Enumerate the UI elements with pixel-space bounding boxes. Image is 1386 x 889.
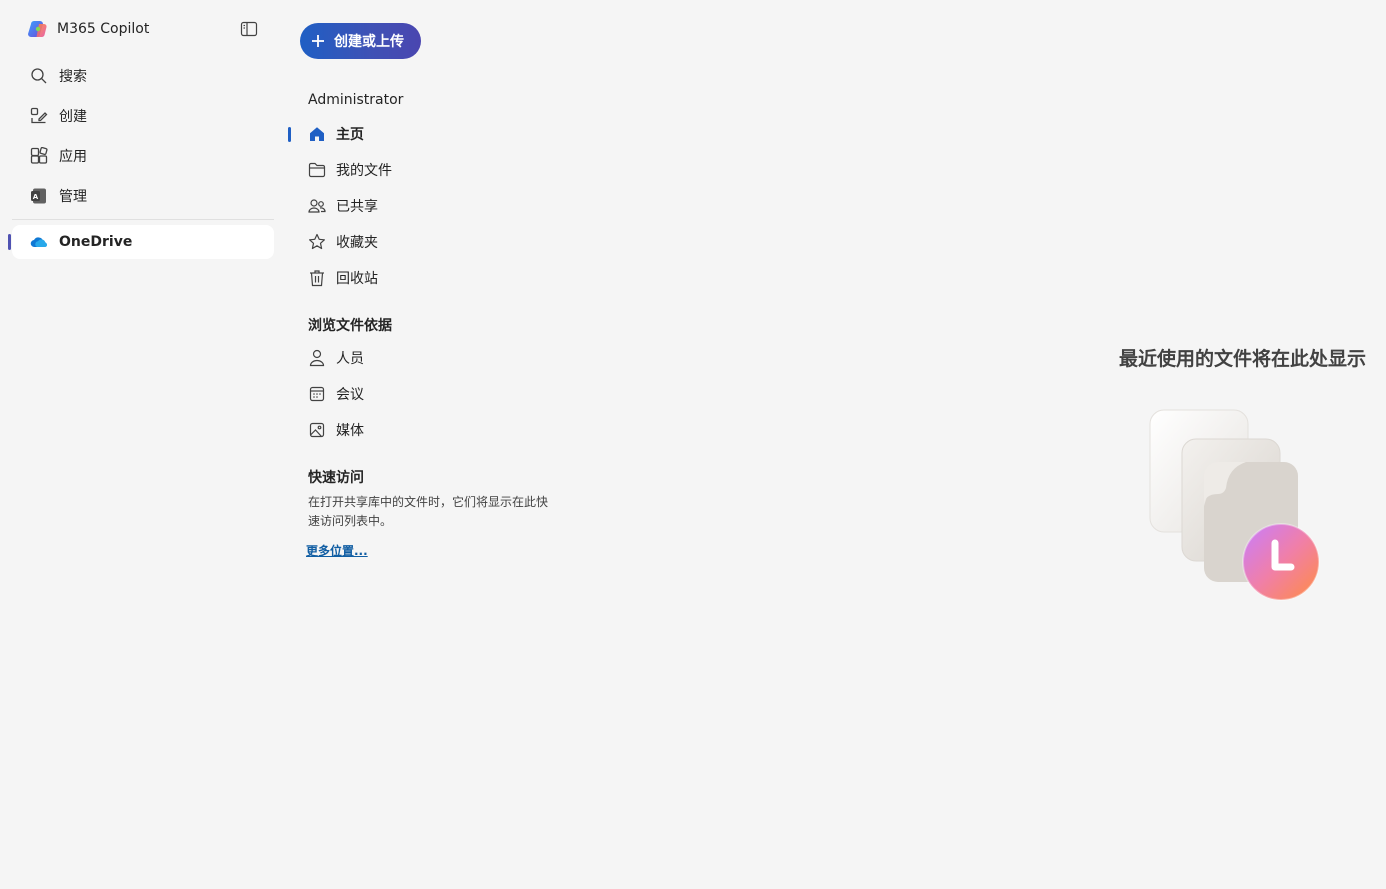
copilot-logo-icon (28, 21, 47, 38)
rail-item-label: 搜索 (59, 69, 87, 85)
account-title: Administrator (308, 92, 404, 108)
rail-item-label: 应用 (59, 149, 87, 165)
nav-active-indicator (288, 127, 291, 142)
rail-divider (12, 219, 274, 220)
nav-item-label: 收藏夹 (336, 235, 378, 251)
nav-item-recycle-bin[interactable]: 回收站 (300, 264, 550, 292)
nav-item-people[interactable]: 人员 (300, 344, 550, 372)
create-or-upload-label: 创建或上传 (334, 33, 404, 49)
nav-item-shared[interactable]: 已共享 (300, 192, 550, 220)
plus-icon (312, 35, 324, 47)
nav-item-label: 人员 (336, 351, 364, 367)
create-or-upload-button[interactable]: 创建或上传 (300, 23, 421, 59)
more-places-link[interactable]: 更多位置... (306, 542, 368, 559)
empty-state-heading: 最近使用的文件将在此处显示 (1118, 348, 1366, 370)
rail-item-create[interactable]: 创建 (12, 99, 274, 133)
nav-item-label: 媒体 (336, 423, 364, 439)
sidebar-toggle-icon (240, 21, 258, 37)
rail-item-admin[interactable]: A 管理 (12, 179, 274, 213)
admin-icon: A (29, 186, 49, 206)
create-icon (29, 106, 49, 126)
active-app-indicator (8, 234, 11, 250)
search-icon (29, 66, 49, 86)
nav-item-label: 主页 (336, 127, 364, 143)
onedrive-nav: 创建或上传 Administrator 主页 我的文件 已共享 收藏夹 回收站 … (288, 0, 558, 889)
apps-icon (29, 146, 49, 166)
quick-access-title: 快速访问 (308, 470, 364, 486)
svg-text:A: A (33, 193, 39, 201)
rail-item-apps[interactable]: 应用 (12, 139, 274, 173)
nav-item-meetings[interactable]: 会议 (300, 380, 550, 408)
brand[interactable]: M365 Copilot (28, 18, 149, 40)
app-title: M365 Copilot (57, 21, 150, 37)
app-rail: M365 Copilot 搜索 创建 应用 A 管理 OneDrive (0, 0, 288, 889)
recent-files-illustration-icon (1149, 409, 1320, 601)
nav-item-favorites[interactable]: 收藏夹 (300, 228, 550, 256)
people-icon (308, 197, 326, 215)
rail-item-label: OneDrive (59, 234, 133, 250)
rail-item-search[interactable]: 搜索 (12, 59, 274, 93)
collapse-sidebar-button[interactable] (240, 20, 258, 38)
calendar-icon (308, 385, 326, 403)
nav-item-label: 已共享 (336, 199, 378, 215)
nav-item-my-files[interactable]: 我的文件 (300, 156, 550, 184)
nav-item-media[interactable]: 媒体 (300, 416, 550, 444)
nav-item-home[interactable]: 主页 (300, 120, 550, 148)
star-icon (308, 233, 326, 251)
quick-access-description: 在打开共享库中的文件时，它们将显示在此快速访问列表中。 (308, 495, 549, 528)
rail-item-label: 管理 (59, 189, 87, 205)
nav-item-label: 回收站 (336, 271, 378, 287)
rail-item-onedrive[interactable]: OneDrive (12, 225, 274, 259)
nav-item-label: 会议 (336, 387, 364, 403)
folder-icon (308, 161, 326, 179)
browse-section-title: 浏览文件依据 (308, 318, 392, 334)
app-window: M365 Copilot 搜索 创建 应用 A 管理 OneDrive 创建或上… (0, 0, 1386, 889)
image-icon (308, 421, 326, 439)
person-icon (308, 349, 326, 367)
onedrive-icon (29, 232, 49, 252)
home-icon (308, 125, 326, 143)
trash-icon (308, 269, 326, 287)
nav-item-label: 我的文件 (336, 163, 392, 179)
rail-item-label: 创建 (59, 109, 87, 125)
